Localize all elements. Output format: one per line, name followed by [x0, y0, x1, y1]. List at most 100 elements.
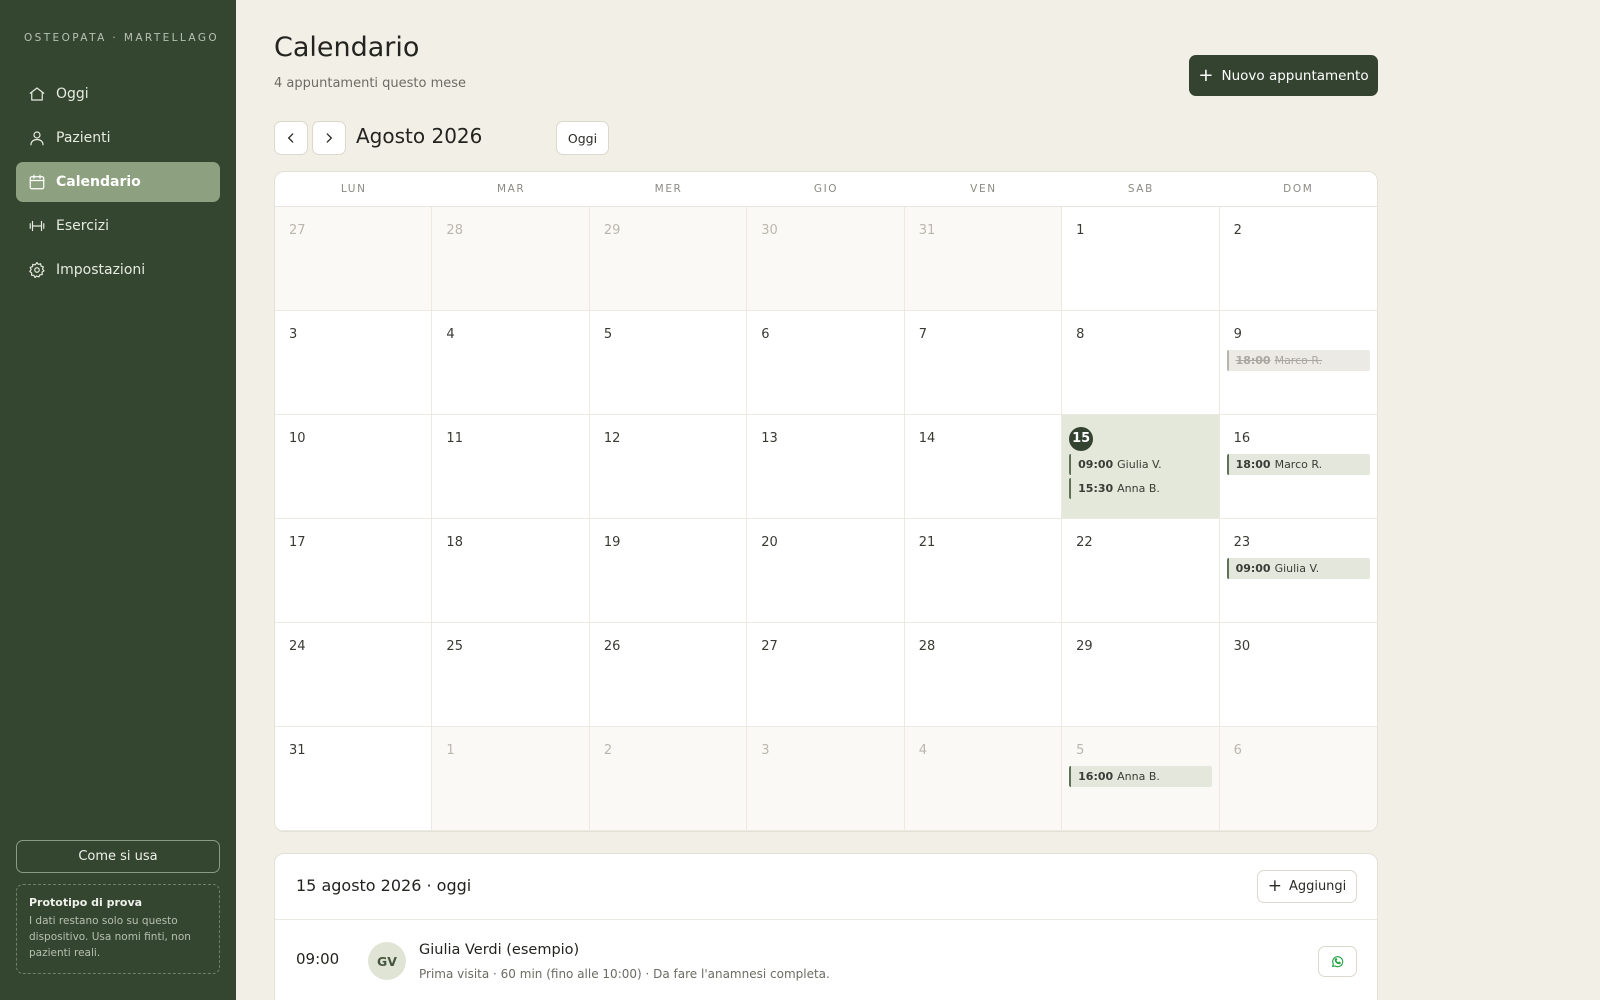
appointment-chip-time: 15:30: [1078, 482, 1114, 495]
calendar-day[interactable]: 5 16:00 Anna B.: [1062, 727, 1220, 831]
appointment-time: 09:00: [296, 950, 340, 968]
appointment-chip-time: 18:00: [1235, 354, 1271, 367]
day-number: 12: [603, 431, 621, 446]
day-number: 15: [1069, 427, 1094, 451]
appointment-chip[interactable]: 15:30 Anna B.: [1069, 478, 1211, 499]
calendar-day[interactable]: 11: [432, 415, 590, 519]
day-number: 6: [761, 327, 770, 342]
patient-name: Giulia Verdi (esempio): [419, 942, 580, 958]
calendar-day[interactable]: 24: [275, 623, 433, 727]
calendar-day[interactable]: 19: [589, 519, 748, 623]
calendar-day[interactable]: 22: [1062, 519, 1220, 623]
appointment-chip[interactable]: 09:00 Giulia V.: [1226, 558, 1370, 579]
appointment-chip-name: Marco R.: [1274, 458, 1323, 471]
calendar-day[interactable]: 25: [432, 623, 590, 727]
calendar-day[interactable]: 27: [275, 207, 433, 311]
day-number: 7: [918, 327, 927, 342]
calendar-day[interactable]: 6: [1219, 727, 1377, 831]
prototype-text: I dati restano solo su questo dispositiv…: [29, 915, 191, 959]
calendar-day[interactable]: 10: [275, 415, 433, 519]
calendar-day[interactable]: 31: [904, 207, 1063, 311]
calendar-day[interactable]: 8: [1062, 311, 1220, 415]
day-number: 9: [1233, 327, 1242, 342]
calendar-day[interactable]: 2: [1219, 207, 1377, 311]
calendar-day[interactable]: 23 09:00 Giulia V.: [1219, 519, 1377, 623]
appointment-chip[interactable]: 16:00 Anna B.: [1069, 766, 1212, 787]
day-number: 3: [761, 743, 770, 758]
prev-month-button[interactable]: [274, 121, 308, 155]
sidebar-item-oggi[interactable]: Oggi: [16, 74, 220, 114]
calendar-day[interactable]: 9 18:00 Marco R.: [1219, 311, 1377, 415]
day-number: 16: [1233, 431, 1251, 446]
appointment-chip-name: Anna B.: [1117, 770, 1160, 783]
calendar-day[interactable]: 30: [747, 207, 905, 311]
calendar-day[interactable]: 1: [1062, 207, 1220, 311]
calendar-day[interactable]: 7: [904, 311, 1063, 415]
calendar-day[interactable]: 5: [589, 311, 748, 415]
day-number: 4: [446, 327, 455, 342]
dumbbell-icon: [29, 220, 45, 232]
calendar-day[interactable]: 28: [432, 207, 590, 311]
appointment-row[interactable]: 09:00 GV Giulia Verdi (esempio) Prima vi…: [275, 920, 1377, 998]
day-number: 30: [1233, 639, 1251, 654]
calendar-day[interactable]: 26: [589, 623, 748, 727]
day-number: 31: [918, 223, 936, 238]
sidebar: OSTEOPATA · MARTELLAGO Oggi Pazienti Cal…: [0, 0, 236, 1000]
day-number: 27: [761, 639, 778, 654]
day-number: 2: [603, 743, 613, 758]
day-panel-title: 15 agosto 2026 · oggi: [296, 876, 472, 895]
calendar-day[interactable]: 12: [589, 415, 748, 519]
calendar-day[interactable]: 29: [1062, 623, 1220, 727]
day-number: 14: [918, 431, 936, 446]
help-button[interactable]: Come si usa: [16, 840, 220, 873]
add-appointment-button[interactable]: + Aggiungi: [1257, 870, 1357, 903]
new-appointment-button[interactable]: + Nuovo appuntamento: [1189, 55, 1378, 96]
calendar-day[interactable]: 3: [275, 311, 433, 415]
calendar-day[interactable]: 20: [747, 519, 905, 623]
day-number: 28: [446, 223, 463, 238]
next-month-button[interactable]: [312, 121, 346, 155]
calendar-day[interactable]: 1: [432, 727, 590, 831]
plus-icon: +: [1267, 876, 1282, 896]
prototype-title: Prototipo di prova: [29, 896, 143, 909]
month-calendar: LUN MAR MER GIO VEN SAB DOM 27 28 29 30 31 1 2…: [274, 171, 1378, 832]
appointment-chip[interactable]: 18:00 Marco R.: [1226, 454, 1370, 475]
day-number: 25: [446, 639, 463, 654]
appointment-chip-cancelled[interactable]: 18:00 Marco R.: [1226, 350, 1370, 371]
whatsapp-button[interactable]: [1318, 946, 1357, 977]
day-number: 6: [1233, 743, 1242, 758]
sidebar-item-impostazioni[interactable]: Impostazioni: [16, 250, 220, 290]
calendar-day[interactable]: 4: [904, 727, 1063, 831]
calendar-day[interactable]: 3: [747, 727, 905, 831]
sidebar-item-calendario[interactable]: Calendario: [16, 162, 220, 202]
calendar-day[interactable]: 16 18:00 Marco R.: [1219, 415, 1377, 519]
calendar-day[interactable]: 6: [747, 311, 905, 415]
sidebar-item-pazienti[interactable]: Pazienti: [16, 118, 220, 158]
calendar-day[interactable]: 21: [904, 519, 1063, 623]
calendar-day[interactable]: 31: [275, 727, 433, 831]
avatar: GV: [368, 942, 406, 980]
sidebar-item-esercizi[interactable]: Esercizi: [16, 206, 220, 246]
day-number: 13: [761, 431, 778, 446]
calendar-day[interactable]: 28: [904, 623, 1063, 727]
day-number: 17: [289, 535, 306, 550]
calendar-day[interactable]: 14: [904, 415, 1063, 519]
day-number: 26: [603, 639, 621, 654]
calendar-day[interactable]: 17: [275, 519, 433, 623]
gear-icon: [29, 261, 45, 279]
day-number: 1: [1076, 223, 1085, 238]
calendar-day-today[interactable]: 15 09:00 Giulia V. 15:30 Anna B.: [1062, 415, 1220, 519]
calendar-day[interactable]: 29: [589, 207, 748, 311]
appointment-chip[interactable]: 09:00 Giulia V.: [1069, 454, 1211, 475]
calendar-day[interactable]: 4: [432, 311, 590, 415]
calendar-day[interactable]: 30: [1219, 623, 1377, 727]
day-number: 19: [603, 535, 621, 550]
day-number: 5: [603, 327, 613, 342]
calendar-day[interactable]: 18: [432, 519, 590, 623]
appointment-detail: Prima visita · 60 min (fino alle 10:00) …: [419, 967, 830, 981]
user-icon: [30, 131, 44, 146]
calendar-day[interactable]: 2: [589, 727, 748, 831]
calendar-day[interactable]: 27: [747, 623, 905, 727]
calendar-day[interactable]: 13: [747, 415, 905, 519]
today-button[interactable]: Oggi: [556, 121, 609, 155]
